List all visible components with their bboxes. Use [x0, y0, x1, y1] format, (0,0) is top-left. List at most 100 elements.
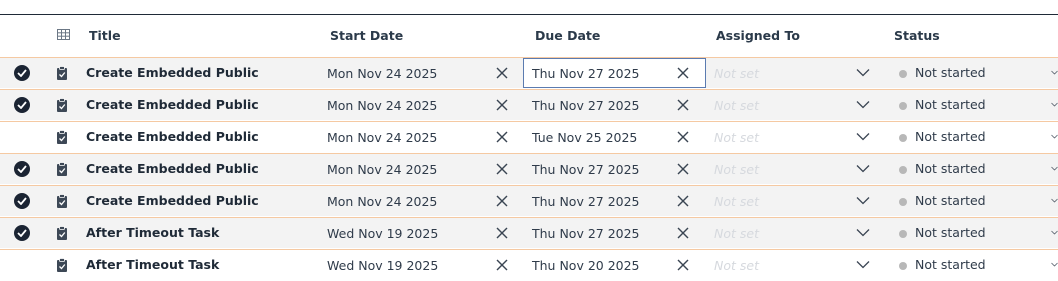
clear-start-date-icon[interactable] — [495, 98, 509, 112]
status-chevron-down-icon[interactable] — [1051, 100, 1058, 109]
clear-start-date-icon[interactable] — [495, 130, 509, 144]
table-row[interactable]: After Timeout Task Wed Nov 19 2025 Thu Nov… — [0, 249, 1058, 280]
status-value[interactable]: Not started — [915, 193, 986, 208]
start-date-value[interactable]: Mon Nov 24 2025 — [327, 66, 437, 81]
assigned-to-placeholder[interactable]: Not set — [714, 66, 759, 81]
status-chevron-down-icon[interactable] — [1051, 68, 1058, 77]
assigned-to-chevron-down-icon[interactable] — [856, 228, 870, 237]
start-date-value[interactable]: Mon Nov 24 2025 — [327, 98, 437, 113]
clear-due-date-icon[interactable] — [676, 162, 690, 176]
due-date-value[interactable]: Tue Nov 25 2025 — [532, 130, 637, 145]
clear-start-date-icon[interactable] — [495, 226, 509, 240]
due-date-value[interactable]: Thu Nov 27 2025 — [532, 162, 640, 177]
task-title[interactable]: Create Embedded Public — [86, 65, 259, 80]
clear-due-date-icon[interactable] — [676, 98, 690, 112]
checkmark-icon — [17, 229, 27, 237]
status-dot-icon — [899, 166, 907, 174]
due-date-value[interactable]: Thu Nov 27 2025 — [532, 98, 640, 113]
status-chevron-down-icon[interactable] — [1051, 196, 1058, 205]
table-row[interactable]: Create Embedded Public Mon Nov 24 2025 Thu… — [0, 89, 1058, 120]
assigned-to-placeholder[interactable]: Not set — [714, 194, 759, 209]
task-title[interactable]: After Timeout Task — [86, 257, 219, 272]
clear-due-date-icon[interactable] — [676, 66, 690, 80]
column-header-status[interactable]: Status — [894, 28, 940, 43]
checkmark-icon — [17, 197, 27, 205]
clear-start-date-icon[interactable] — [495, 258, 509, 272]
start-date-value[interactable]: Wed Nov 19 2025 — [327, 226, 438, 241]
clear-start-date-icon[interactable] — [495, 162, 509, 176]
status-value[interactable]: Not started — [915, 97, 986, 112]
assigned-to-chevron-down-icon[interactable] — [856, 260, 870, 269]
table-row[interactable]: Create Embedded Public Mon Nov 24 2025 Thu… — [0, 185, 1058, 216]
assigned-to-chevron-down-icon[interactable] — [856, 164, 870, 173]
start-date-value[interactable]: Mon Nov 24 2025 — [327, 194, 437, 209]
due-date-value[interactable]: Thu Nov 27 2025 — [532, 226, 640, 241]
status-chevron-down-icon[interactable] — [1051, 260, 1058, 269]
checkmark-icon — [17, 165, 27, 173]
status-value[interactable]: Not started — [915, 161, 986, 176]
task-title[interactable]: Create Embedded Public — [86, 193, 259, 208]
status-dot-icon — [899, 134, 907, 142]
check-circle-icon[interactable] — [14, 225, 30, 241]
clear-due-date-icon[interactable] — [676, 194, 690, 208]
status-chevron-down-icon[interactable] — [1051, 228, 1058, 237]
assigned-to-chevron-down-icon[interactable] — [856, 196, 870, 205]
table-grid-icon[interactable] — [57, 29, 70, 40]
assigned-to-placeholder[interactable]: Not set — [714, 98, 759, 113]
task-title[interactable]: After Timeout Task — [86, 225, 219, 240]
assigned-to-placeholder[interactable]: Not set — [714, 162, 759, 177]
assigned-to-placeholder[interactable]: Not set — [714, 258, 759, 273]
column-header-start-date[interactable]: Start Date — [330, 28, 403, 43]
clear-due-date-icon[interactable] — [676, 226, 690, 240]
check-circle-icon[interactable] — [14, 97, 30, 113]
column-header-due-date[interactable]: Due Date — [535, 28, 600, 43]
clipboard-check-icon — [57, 66, 67, 80]
table-row[interactable]: Create Embedded Public Mon Nov 24 2025 Thu… — [0, 57, 1058, 88]
clear-due-date-icon[interactable] — [676, 130, 690, 144]
check-circle-icon[interactable] — [14, 193, 30, 209]
start-date-value[interactable]: Wed Nov 19 2025 — [327, 258, 438, 273]
status-dot-icon — [899, 230, 907, 238]
start-date-value[interactable]: Mon Nov 24 2025 — [327, 130, 437, 145]
status-value[interactable]: Not started — [915, 257, 986, 272]
clear-due-date-icon[interactable] — [676, 258, 690, 272]
clipboard-check-icon — [57, 98, 67, 112]
task-table: Title Start Date Due Date Assigned To St… — [0, 0, 1058, 281]
table-row[interactable]: Create Embedded Public Mon Nov 24 2025 Tue… — [0, 121, 1058, 152]
status-dot-icon — [899, 262, 907, 270]
clipboard-check-icon — [57, 194, 67, 208]
due-date-value[interactable]: Thu Nov 27 2025 — [532, 194, 640, 209]
check-circle-icon[interactable] — [14, 65, 30, 81]
assigned-to-chevron-down-icon[interactable] — [856, 100, 870, 109]
task-title[interactable]: Create Embedded Public — [86, 129, 259, 144]
column-header-assigned-to[interactable]: Assigned To — [716, 28, 800, 43]
status-dot-icon — [899, 102, 907, 110]
table-row[interactable]: Create Embedded Public Mon Nov 24 2025 Thu… — [0, 153, 1058, 184]
status-value[interactable]: Not started — [915, 129, 986, 144]
status-dot-icon — [899, 198, 907, 206]
assigned-to-placeholder[interactable]: Not set — [714, 226, 759, 241]
checkmark-icon — [17, 101, 27, 109]
clipboard-check-icon — [57, 226, 67, 240]
column-header-title[interactable]: Title — [89, 28, 121, 43]
clear-start-date-icon[interactable] — [495, 194, 509, 208]
status-value[interactable]: Not started — [915, 225, 986, 240]
clipboard-check-icon — [57, 258, 67, 272]
start-date-value[interactable]: Mon Nov 24 2025 — [327, 162, 437, 177]
task-title[interactable]: Create Embedded Public — [86, 97, 259, 112]
clipboard-check-icon — [57, 130, 67, 144]
due-date-value[interactable]: Thu Nov 20 2025 — [532, 258, 640, 273]
due-date-value[interactable]: Thu Nov 27 2025 — [532, 66, 640, 81]
table-row[interactable]: After Timeout Task Wed Nov 19 2025 Thu Nov… — [0, 217, 1058, 248]
status-chevron-down-icon[interactable] — [1051, 132, 1058, 141]
clear-start-date-icon[interactable] — [495, 66, 509, 80]
clipboard-check-icon — [57, 162, 67, 176]
checkmark-icon — [17, 69, 27, 77]
status-value[interactable]: Not started — [915, 65, 986, 80]
assigned-to-chevron-down-icon[interactable] — [856, 132, 870, 141]
assigned-to-placeholder[interactable]: Not set — [714, 130, 759, 145]
check-circle-icon[interactable] — [14, 161, 30, 177]
status-chevron-down-icon[interactable] — [1051, 164, 1058, 173]
assigned-to-chevron-down-icon[interactable] — [856, 68, 870, 77]
task-title[interactable]: Create Embedded Public — [86, 161, 259, 176]
